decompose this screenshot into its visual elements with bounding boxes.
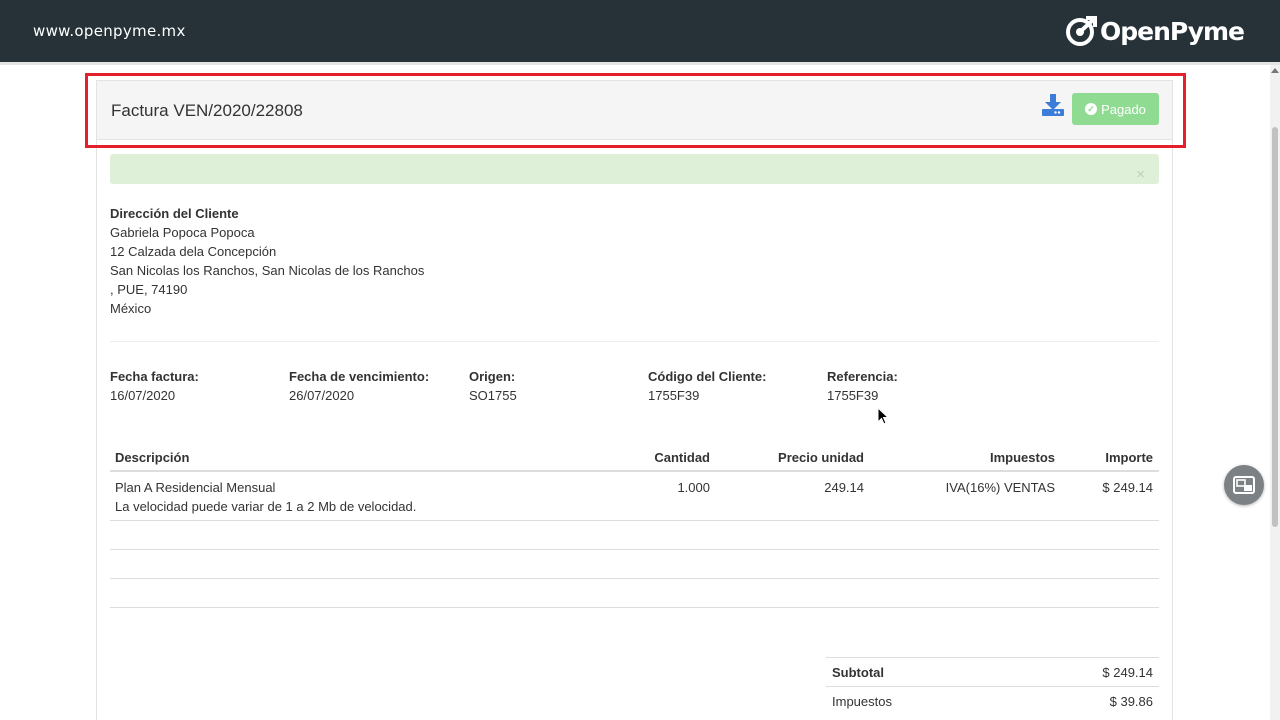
row-taxes: IVA(16%) VENTAS — [945, 480, 1055, 495]
meta-value: 1755F39 — [648, 388, 700, 403]
meta-label: Referencia: — [827, 369, 898, 384]
invoice-header: Factura VEN/2020/22808 ✓ Pagado — [97, 81, 1172, 140]
check-circle-icon: ✓ — [1085, 103, 1098, 115]
table-header: Descripción Cantidad Precio unidad Impue… — [110, 445, 1159, 472]
close-icon[interactable]: × — [1136, 167, 1145, 182]
openpyme-logo[interactable]: OpenPyme — [1064, 14, 1245, 48]
empty-row — [110, 550, 1159, 579]
openpyme-logo-icon — [1066, 16, 1097, 46]
invoice-lines-table: Descripción Cantidad Precio unidad Impue… — [110, 445, 1159, 608]
client-address: Dirección del Cliente Gabriela Popoca Po… — [110, 204, 424, 318]
mouse-cursor-icon — [877, 407, 889, 425]
col-amount: Importe — [1105, 450, 1153, 465]
invoice-title: Factura VEN/2020/22808 — [111, 101, 303, 120]
section-divider — [110, 341, 1159, 342]
scroll-up-arrow-icon[interactable] — [1271, 68, 1279, 73]
row-quantity: 1.000 — [677, 480, 710, 495]
address-line: Gabriela Popoca Popoca — [110, 225, 255, 240]
taxes-label: Impuestos — [832, 694, 892, 709]
success-alert: × — [110, 154, 1159, 184]
col-taxes: Impuestos — [989, 450, 1055, 465]
meta-label: Fecha de vencimiento: — [289, 369, 430, 384]
meta-client-code: Código del Cliente: 1755F39 — [648, 367, 766, 405]
meta-value: 26/07/2020 — [289, 388, 355, 403]
address-heading: Dirección del Cliente — [110, 206, 239, 221]
subtotal-row: Subtotal $ 249.14 — [826, 657, 1159, 686]
meta-value: 1755F39 — [827, 388, 879, 403]
meta-label: Origen: — [469, 369, 516, 384]
scrollbar-thumb[interactable] — [1272, 127, 1278, 527]
meta-invoice-date: Fecha factura: 16/07/2020 — [110, 367, 199, 405]
meta-label: Fecha factura: — [110, 369, 199, 384]
subtotal-value: $ 249.14 — [1102, 665, 1153, 680]
meta-reference: Referencia: 1755F39 — [827, 367, 898, 405]
totals-table: Subtotal $ 249.14 Impuestos $ 39.86 — [826, 657, 1159, 715]
empty-row — [110, 579, 1159, 608]
taxes-value: $ 39.86 — [1109, 694, 1153, 709]
header-divider — [0, 62, 1280, 65]
subtotal-label: Subtotal — [832, 665, 884, 680]
empty-row — [110, 521, 1159, 550]
download-icon[interactable] — [1040, 92, 1066, 118]
address-line: , PUE, 74190 — [110, 282, 188, 297]
logo-text: OpenPyme — [1100, 16, 1245, 46]
row-amount: $ 249.14 — [1102, 480, 1153, 495]
paid-status-label: Pagado — [1101, 101, 1146, 117]
picture-in-picture-icon — [1233, 476, 1255, 494]
address-line: 12 Calzada dela Concepción — [110, 244, 277, 259]
meta-value: 16/07/2020 — [110, 388, 176, 403]
table-row: Plan A Residencial Mensual La velocidad … — [110, 472, 1159, 521]
taxes-row: Impuestos $ 39.86 — [826, 686, 1159, 715]
meta-label: Código del Cliente: — [648, 369, 767, 384]
row-unit-price: 249.14 — [824, 480, 864, 495]
site-url[interactable]: www.openpyme.mx — [33, 22, 186, 40]
meta-due-date: Fecha de vencimiento: 26/07/2020 — [289, 367, 429, 405]
col-quantity: Cantidad — [654, 450, 710, 465]
address-line: San Nicolas los Ranchos, San Nicolas de … — [110, 263, 425, 278]
address-line: México — [110, 301, 152, 316]
meta-value: SO1755 — [469, 388, 517, 403]
col-unit-price: Precio unidad — [778, 450, 864, 465]
paid-status-button[interactable]: ✓ Pagado — [1072, 93, 1159, 125]
page-scrollbar[interactable] — [1270, 65, 1280, 720]
row-description: Plan A Residencial Mensual — [115, 480, 276, 495]
meta-origin: Origen: SO1755 — [469, 367, 517, 405]
top-bar: www.openpyme.mx OpenPyme — [0, 0, 1280, 62]
col-description: Descripción — [115, 450, 190, 465]
row-note: La velocidad puede variar de 1 a 2 Mb de… — [115, 499, 417, 514]
picture-in-picture-button[interactable] — [1224, 465, 1264, 505]
